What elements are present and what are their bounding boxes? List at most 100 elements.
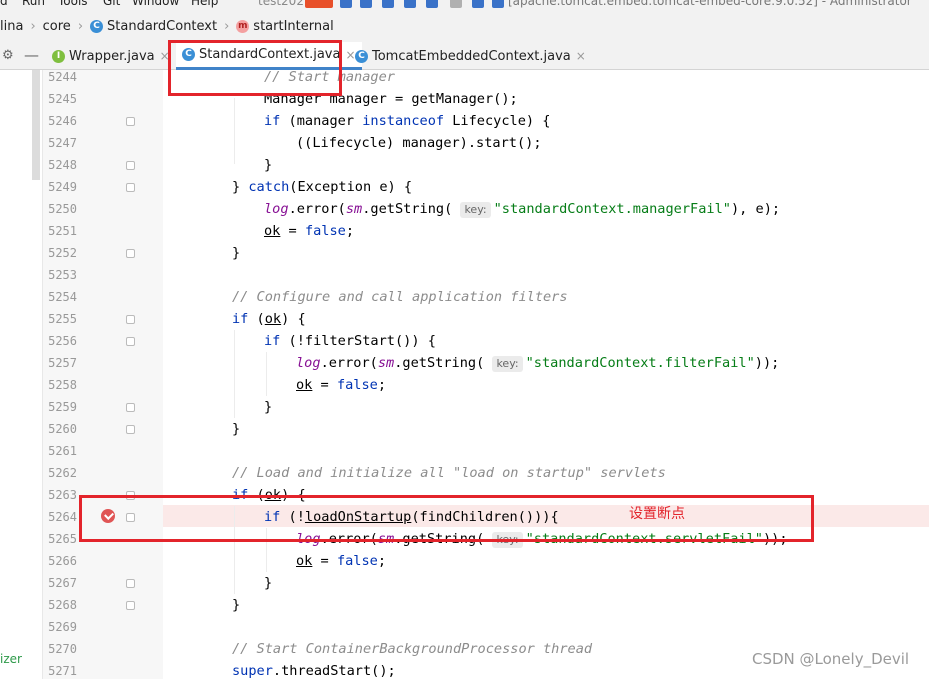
code-line: 5255 if (ok) { [0, 308, 929, 330]
breadcrumb-label: startInternal [253, 18, 334, 34]
menu-item-tools[interactable]: Tools [58, 0, 88, 8]
method-icon: m [236, 19, 250, 33]
menu-item-window[interactable]: Window [132, 0, 179, 8]
code-line: 5245 Manager manager = getManager(); [0, 88, 929, 110]
code-line: 5267 } [0, 572, 929, 594]
line-number: 5245 [48, 92, 77, 106]
line-number: 5244 [48, 70, 77, 84]
code-text: log.error(sm.getString( key: "standardCon… [296, 355, 780, 372]
toolbar-icon[interactable] [492, 0, 504, 8]
line-number: 5256 [48, 334, 77, 348]
code-line: 5269 [0, 616, 929, 638]
close-icon[interactable]: × [345, 48, 355, 62]
menu-item-help[interactable]: Help [191, 0, 218, 8]
line-number: 5257 [48, 356, 77, 370]
line-number: 5262 [48, 466, 77, 480]
window-title: [apache.tomcat.embed:tomcat-embed-core:9… [508, 0, 912, 8]
tab-label: Wrapper.java [69, 48, 155, 64]
line-number: 5260 [48, 422, 77, 436]
code-line: 5244 // Start manager [0, 66, 929, 88]
side-panel-label: izer [0, 652, 22, 666]
fold-marker-icon[interactable] [126, 579, 135, 588]
project-name: test2021 [258, 0, 312, 8]
menu-bar: d Run Tools Git Window Help test2021 [ap… [0, 0, 929, 10]
breadcrumb-separator: › [77, 18, 84, 34]
code-line: 5253 [0, 264, 929, 286]
line-number: 5253 [48, 268, 77, 282]
fold-marker-icon[interactable] [126, 183, 135, 192]
code-text: if (!filterStart()) { [264, 333, 436, 349]
line-number: 5269 [48, 620, 77, 634]
line-number: 5254 [48, 290, 77, 304]
breadcrumb-item[interactable]: m startInternal [236, 18, 334, 34]
code-text: } [232, 597, 241, 613]
line-number: 5250 [48, 202, 77, 216]
line-number: 5261 [48, 444, 77, 458]
toolbar-icon[interactable] [360, 0, 372, 8]
line-number: 5266 [48, 554, 77, 568]
line-number: 5252 [48, 246, 77, 260]
fold-marker-icon[interactable] [126, 425, 135, 434]
menu-item-git[interactable]: Git [103, 0, 120, 8]
line-number: 5248 [48, 158, 77, 172]
fold-marker-icon[interactable] [126, 601, 135, 610]
fold-marker-icon[interactable] [126, 315, 135, 324]
fold-marker-icon[interactable] [126, 337, 135, 346]
breadcrumb-separator: › [30, 18, 36, 34]
line-number: 5267 [48, 576, 77, 590]
line-number: 5265 [48, 532, 77, 546]
code-text: log.error(sm.getString( key: "standardCon… [264, 201, 781, 218]
fold-marker-icon[interactable] [126, 117, 135, 126]
watermark: CSDN @Lonely_Devil [752, 650, 910, 668]
line-number: 5255 [48, 312, 77, 326]
code-text: } [232, 421, 241, 437]
code-text: if (ok) { [232, 311, 306, 327]
code-line: 5247 ((Lifecycle) manager).start(); [0, 132, 929, 154]
code-text: } catch(Exception e) { [232, 179, 413, 195]
toolbar-icon[interactable] [450, 0, 462, 8]
code-line: 5256 if (!filterStart()) { [0, 330, 929, 352]
breadcrumb-item[interactable]: core [43, 19, 71, 34]
code-line: 5262 // Load and initialize all "load on… [0, 462, 929, 484]
code-line: 5252 } [0, 242, 929, 264]
line-number: 5258 [48, 378, 77, 392]
line-number: 5251 [48, 224, 77, 238]
code-text: ((Lifecycle) manager).start(); [296, 135, 542, 151]
line-number: 5264 [48, 510, 77, 524]
toolbar-icon[interactable] [472, 0, 484, 8]
code-line: 5260 } [0, 418, 929, 440]
code-text: // Start ContainerBackgroundProcessor th… [232, 641, 593, 657]
menu-item-run[interactable]: Run [22, 0, 45, 8]
breadcrumb-item[interactable]: lina [0, 19, 23, 34]
code-line: 5257 log.error(sm.getString( key: "standa… [0, 352, 929, 374]
breadcrumb-item[interactable]: C StandardContext [90, 19, 217, 34]
code-text: // Load and initialize all "load on star… [232, 465, 666, 481]
breadcrumb-label: core [42, 18, 71, 34]
menu-item-build[interactable]: d [0, 0, 8, 8]
close-icon[interactable]: × [576, 49, 586, 63]
toolbar-icon[interactable] [426, 0, 438, 8]
toolbar-icon[interactable] [404, 0, 416, 8]
gear-icon[interactable]: ⚙ [2, 48, 14, 63]
code-text: // Configure and call application filter… [232, 289, 568, 305]
code-line: 5246 if (manager instanceof Lifecycle) { [0, 110, 929, 132]
code-line: 5261 [0, 440, 929, 462]
input-method-icon[interactable] [305, 0, 333, 8]
line-number: 5263 [48, 488, 77, 502]
toolbar-icon[interactable] [382, 0, 394, 8]
code-line: 5268 } [0, 594, 929, 616]
line-number: 5270 [48, 642, 77, 656]
code-text: ok = false; [296, 377, 387, 393]
annotation-label: 设置断点 [629, 506, 685, 522]
fold-marker-icon[interactable] [126, 403, 135, 412]
minimize-icon[interactable]: — [24, 46, 39, 64]
highlight-box-breakpoint [79, 495, 814, 542]
fold-marker-icon[interactable] [126, 161, 135, 170]
breadcrumb-separator: › [224, 18, 230, 34]
line-number: 5247 [48, 136, 77, 150]
code-line: 5249 } catch(Exception e) { [0, 176, 929, 198]
toolbar-icon[interactable] [340, 0, 352, 8]
code-text: ok = false; [264, 223, 355, 239]
code-line: 5266 ok = false; [0, 550, 929, 572]
fold-marker-icon[interactable] [126, 249, 135, 258]
